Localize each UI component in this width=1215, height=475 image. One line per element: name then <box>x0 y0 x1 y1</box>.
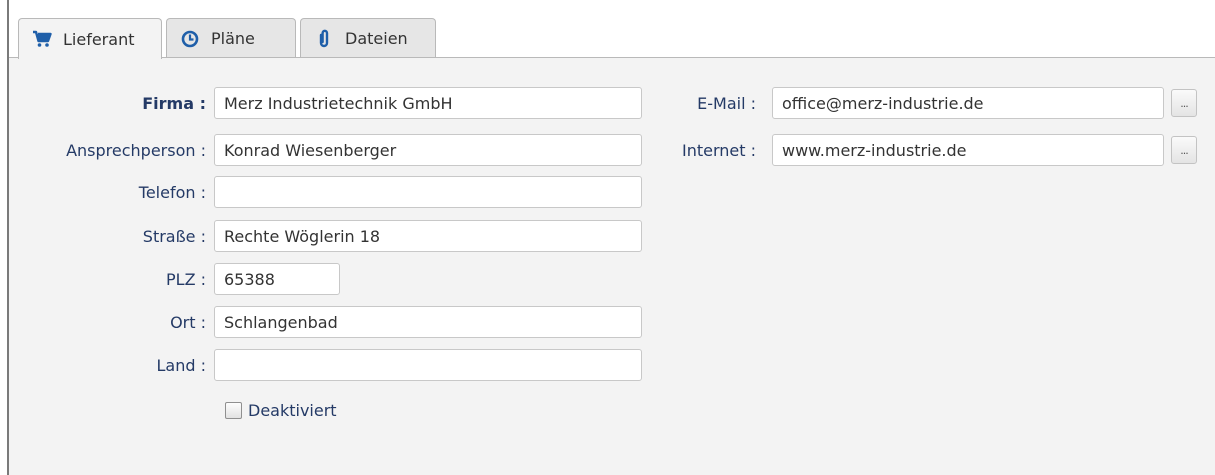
strasse-field[interactable]: Rechte Wöglerin 18 <box>214 220 642 252</box>
strasse-label: Straße : <box>142 226 206 246</box>
tab-label: Lieferant <box>63 29 135 49</box>
tab-label: Pläne <box>211 29 255 48</box>
shopping-cart-icon <box>31 28 53 50</box>
ort-label: Ort : <box>170 312 206 332</box>
deaktiviert-row: Deaktiviert <box>225 399 337 421</box>
telefon-label: Telefon : <box>138 182 206 202</box>
row-internet: Internet : www.merz-industrie.de ... <box>9 134 1215 166</box>
clock-icon <box>179 28 201 50</box>
deaktiviert-checkbox[interactable] <box>225 401 242 419</box>
row-land: Land : <box>9 349 642 381</box>
internet-label: Internet : <box>681 140 756 160</box>
tab-dateien[interactable]: Dateien <box>300 18 436 58</box>
plz-field[interactable]: 65388 <box>214 263 340 295</box>
row-ort: Ort : Schlangenbad <box>9 306 642 338</box>
land-label: Land : <box>156 355 207 375</box>
tab-plaene[interactable]: Pläne <box>166 18 296 58</box>
ort-field[interactable]: Schlangenbad <box>214 306 642 338</box>
internet-field[interactable]: www.merz-industrie.de <box>772 134 1164 166</box>
paperclip-icon <box>313 28 335 50</box>
plz-label: PLZ : <box>166 269 206 289</box>
internet-browse-button[interactable]: ... <box>1171 136 1197 164</box>
deaktiviert-label[interactable]: Deaktiviert <box>248 401 337 420</box>
row-email: E-Mail : office@merz-industrie.de ... <box>9 87 1215 119</box>
telefon-field[interactable] <box>214 176 642 208</box>
land-field[interactable] <box>214 349 642 381</box>
email-label: E-Mail : <box>697 93 756 113</box>
row-telefon: Telefon : <box>9 176 642 208</box>
row-plz: PLZ : 65388 <box>9 263 340 295</box>
email-browse-button[interactable]: ... <box>1171 89 1197 117</box>
tab-lieferant[interactable]: Lieferant <box>18 18 162 59</box>
tab-label: Dateien <box>345 29 408 48</box>
row-strasse: Straße : Rechte Wöglerin 18 <box>9 220 642 252</box>
email-field[interactable]: office@merz-industrie.de <box>772 87 1164 119</box>
tab-bar: Lieferant Pläne Dateien <box>18 18 440 59</box>
